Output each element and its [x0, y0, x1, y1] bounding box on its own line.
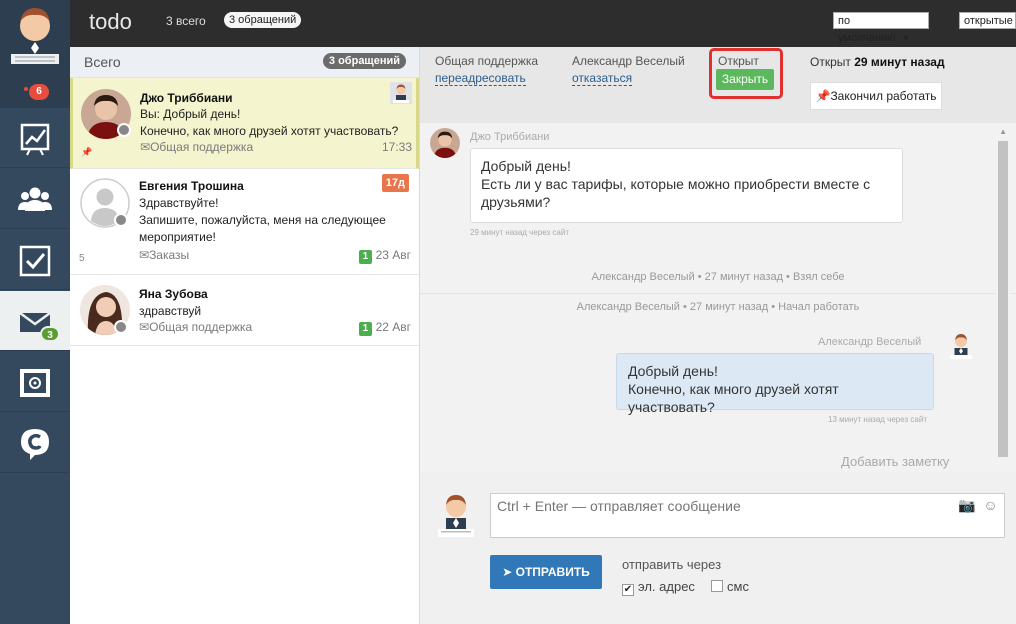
nav-item-analytics[interactable] [0, 108, 70, 168]
messages-count-badge: 3 [40, 326, 60, 342]
system-event: Александр Веселый • 27 минут назад • Взя… [591, 271, 845, 283]
envelope-small-icon: ✉ [140, 140, 151, 154]
agent-avatar-icon [950, 334, 972, 359]
nav-item-users[interactable] [0, 169, 70, 229]
forward-link[interactable]: переадресовать [435, 71, 526, 86]
agent-avatar-icon [390, 82, 412, 104]
conversation-item[interactable]: Евгения Трошина Здравствуйте! Запишите, … [70, 169, 419, 275]
left-nav: 6 3 [0, 0, 70, 624]
nav-item-chat-widget[interactable] [0, 413, 70, 473]
send-button[interactable]: ➤ ОТПРАВИТЬ [490, 555, 602, 589]
contact-name: Яна Зубова [139, 287, 208, 301]
group-label: ✉Общая поддержка [140, 140, 254, 154]
close-button[interactable]: Закрыть [716, 69, 774, 90]
total-count[interactable]: 3 всего [166, 14, 206, 28]
message-input[interactable] [490, 493, 1005, 538]
nav-item-safe[interactable] [0, 352, 70, 412]
envelope-small-icon: ✉ [139, 320, 150, 334]
send-via-label: отправить через [622, 557, 722, 572]
agent-avatar-icon [438, 495, 474, 537]
users-icon [18, 187, 52, 211]
camera-icon[interactable]: 📷 [958, 497, 975, 513]
checkbox-icon [19, 245, 51, 277]
conversation-item[interactable]: Джо Триббиани Вы: Добрый день! Конечно, … [70, 78, 419, 169]
conversation-list: Всего 3 обращений Джо Триббиани Вы: Добр… [70, 47, 420, 624]
safe-icon [20, 369, 50, 397]
message-preview-line: Запишите, пожалуйста, меня на следующее … [139, 213, 386, 244]
message-composer: 📷 ☺ ➤ ОТПРАВИТЬ отправить через ✔эл. адр… [420, 473, 1016, 624]
side-number: 5 [79, 253, 85, 264]
chart-icon [20, 123, 50, 156]
dropdown-arrow-icon: ▼ [901, 33, 911, 43]
conversation-time: 17:33 [381, 140, 412, 154]
contact-name: Джо Триббиани [140, 91, 233, 105]
refuse-link[interactable]: отказаться [572, 71, 633, 86]
unread-tag: 1 [358, 250, 373, 264]
assigned-agent: Александр Веселый [572, 54, 685, 68]
finish-work-button[interactable]: 📌Закончил работать [810, 82, 942, 110]
sort-select[interactable]: по умолчанию ▼ [833, 12, 929, 44]
nav-item-messages[interactable]: 3 [0, 291, 70, 351]
notification-badge[interactable]: 6 [29, 84, 49, 100]
list-header: Всего 3 обращений [70, 47, 419, 78]
checkbox-unchecked[interactable] [711, 580, 723, 592]
conversation-item[interactable]: Яна Зубова здравствуй ✉Общая поддержка 1… [70, 275, 419, 346]
age-badge: 17д [381, 174, 409, 192]
nav-item-tasks[interactable] [0, 230, 70, 290]
conversation-date: 1 23 Авг [358, 248, 411, 264]
scroll-up-arrow-icon[interactable]: ▲ [999, 127, 1007, 136]
message-author: Александр Веселый [818, 336, 922, 348]
top-bar: todo 3 всего 3 обращений по умолчанию ▼ о… [70, 0, 1016, 47]
divider [420, 293, 1016, 294]
message-preview-line: здравствуй [139, 304, 202, 318]
pin-icon: 📌 [815, 89, 831, 103]
conversation-header: Общая поддержка переадресовать Александр… [420, 47, 1016, 123]
add-note-link[interactable]: Добавить заметку [841, 454, 949, 469]
smiley-icon[interactable]: ☺ [983, 497, 997, 513]
outgoing-message: Добрый день! Конечно, как много друзей х… [616, 353, 934, 415]
notification-dot [24, 87, 28, 91]
incoming-message: Добрый день! Есть ли у вас тарифы, котор… [470, 148, 903, 223]
message-thread: Джо Триббиани Добрый день! Есть ли у вас… [420, 123, 1016, 473]
list-header-label: Всего [84, 54, 121, 70]
nav-header: 6 [0, 0, 70, 108]
customer-avatar [430, 128, 460, 158]
presence-dot [114, 213, 128, 227]
chat-bubble-icon [21, 429, 49, 460]
sms-checkbox[interactable]: смс [711, 579, 749, 594]
message-preview-line: Вы: Добрый день! [140, 107, 241, 121]
message-meta: 13 минут назад через сайт [828, 415, 927, 424]
message-preview-line: Конечно, как много друзей хотят участвов… [140, 124, 399, 138]
composer-icons: 📷 ☺ [958, 497, 998, 514]
status-label: Открыт [718, 54, 759, 68]
presence-dot [114, 320, 128, 334]
status-select[interactable]: открытые [959, 12, 1016, 29]
list-header-count: 3 обращений [322, 53, 406, 69]
message-meta: 29 минут назад через сайт [470, 228, 569, 237]
group-label: ✉Общая поддержка [139, 320, 253, 334]
message-preview-line: Здравствуйте! [139, 196, 219, 210]
unread-tag: 1 [358, 322, 373, 336]
group-name: Общая поддержка [435, 54, 539, 68]
opened-time: Открыт 29 минут назад [810, 55, 945, 69]
group-label: ✉Заказы [139, 248, 190, 262]
conversation-date: 1 22 Авг [358, 320, 411, 336]
user-avatar-icon[interactable] [7, 4, 63, 68]
person-photo-icon [430, 128, 460, 158]
requests-filter-pill[interactable]: 3 обращений [224, 12, 302, 28]
envelope-small-icon: ✉ [139, 248, 150, 262]
sort-select-value: по умолчанию [838, 15, 896, 44]
pin-icon[interactable]: 📌 [81, 147, 92, 158]
presence-dot [117, 123, 131, 137]
system-event: Александр Веселый • 27 минут назад • Нач… [576, 301, 860, 313]
email-checkbox[interactable]: ✔ эл. адрес [622, 579, 695, 596]
checkbox-checked[interactable]: ✔ [622, 584, 634, 596]
scrollbar-thumb[interactable] [998, 141, 1008, 457]
paper-plane-icon: ➤ [502, 565, 513, 579]
message-author: Джо Триббиани [470, 131, 550, 143]
status-select-value: открытые [964, 15, 1013, 27]
app-title: todo [89, 9, 132, 34]
contact-name: Евгения Трошина [139, 179, 244, 193]
